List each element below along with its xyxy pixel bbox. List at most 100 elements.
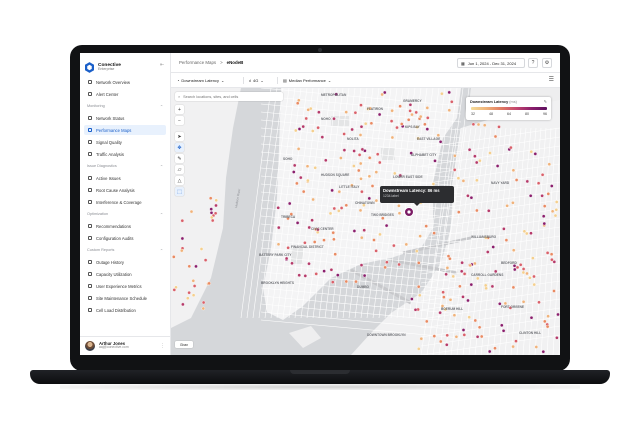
site-marker[interactable] [476,122,481,127]
site-marker[interactable] [332,206,337,211]
site-marker[interactable] [542,204,547,208]
site-marker[interactable] [194,264,198,269]
site-marker[interactable] [468,263,473,268]
sidebar-item-outage-history[interactable]: Outage History [84,257,166,267]
site-marker[interactable] [483,283,488,288]
user-profile[interactable]: Arthur Jones aaj@conective.com ⋮ [80,336,171,355]
metric-select[interactable]: ◔ Downstream Latency ⌄ [177,76,224,85]
site-marker[interactable] [332,237,336,242]
site-marker[interactable] [541,214,546,218]
site-marker[interactable] [473,261,477,266]
site-marker[interactable] [485,250,490,254]
site-marker[interactable] [354,279,358,284]
site-marker[interactable] [460,260,464,265]
site-marker[interactable] [499,323,504,328]
site-marker[interactable] [310,218,314,222]
brand[interactable]: Conective Enterprise [85,59,121,75]
site-marker[interactable] [475,208,479,213]
site-marker[interactable] [425,106,430,110]
site-marker[interactable] [542,319,547,324]
site-marker[interactable] [210,218,215,223]
site-marker[interactable] [549,252,554,256]
sidebar-item-configuration-audits[interactable]: Configuration Audits [84,233,166,243]
site-marker[interactable] [504,238,509,242]
site-marker[interactable] [540,194,544,198]
site-marker[interactable] [418,234,422,238]
site-marker[interactable] [521,267,526,271]
site-marker[interactable] [490,284,495,289]
site-marker[interactable] [454,334,459,339]
site-marker[interactable] [185,296,190,300]
menu-icon[interactable]: ☰ [549,76,554,83]
sidebar-item-active-issues[interactable]: Active Issues [84,173,166,183]
site-marker[interactable] [201,306,206,311]
sidebar-item-network-overview[interactable]: Network Overview [84,77,166,87]
select-tool-button[interactable]: ⬚ [175,187,184,196]
site-marker[interactable] [461,328,466,332]
site-marker[interactable] [541,349,546,354]
site-marker[interactable] [424,319,429,324]
site-marker[interactable] [475,334,480,339]
site-marker[interactable] [305,164,310,168]
site-marker[interactable] [529,315,534,320]
site-marker[interactable] [187,290,191,295]
site-marker[interactable] [357,153,362,157]
site-marker[interactable] [385,260,389,264]
site-marker[interactable] [525,179,530,184]
site-marker[interactable] [359,235,364,240]
site-marker[interactable] [372,238,376,242]
site-marker[interactable] [469,282,474,287]
site-marker[interactable] [358,161,363,166]
site-marker[interactable] [180,236,185,241]
site-marker[interactable] [389,119,394,123]
site-marker[interactable] [475,276,480,281]
site-marker[interactable] [398,104,402,109]
site-marker[interactable] [171,255,176,259]
site-marker[interactable] [213,211,218,216]
performance-map[interactable]: METROPOLITAN NOHO FLATIRON GRAMERCY KIPS BAY… [171,88,560,355]
site-marker[interactable] [306,178,310,183]
sidebar-section-header[interactable]: Optimization ⌃ [87,212,163,217]
site-marker[interactable] [380,216,385,220]
site-marker[interactable] [555,335,559,340]
site-marker[interactable] [352,229,357,233]
site-marker[interactable] [352,149,356,153]
site-marker[interactable] [295,181,299,186]
site-marker[interactable] [419,336,424,341]
site-marker[interactable] [469,195,474,200]
site-marker[interactable] [533,152,538,156]
site-marker[interactable] [297,127,302,131]
site-marker[interactable] [294,128,298,133]
site-marker[interactable] [310,129,315,133]
sidebar-item-performance-maps[interactable]: Performance Maps [84,125,166,135]
site-marker[interactable] [529,149,534,154]
site-marker[interactable] [374,249,378,253]
site-marker[interactable] [515,265,520,270]
sidebar-item-network-status[interactable]: Network Status [84,113,166,123]
site-marker[interactable] [456,210,461,214]
site-marker[interactable] [414,110,418,115]
site-marker[interactable] [201,300,206,305]
site-marker[interactable] [362,228,366,232]
site-marker[interactable] [479,334,484,339]
more-vertical-icon[interactable]: ⋮ [160,343,165,349]
site-marker[interactable] [331,230,335,235]
site-marker[interactable] [333,252,337,256]
site-marker[interactable] [514,178,519,182]
site-marker[interactable] [404,242,409,247]
site-marker[interactable] [521,299,526,304]
site-marker[interactable] [339,206,344,210]
map-scale-button[interactable]: Gban [175,341,193,348]
site-marker[interactable] [382,90,387,95]
site-marker[interactable] [360,189,364,194]
site-marker[interactable] [203,258,208,262]
site-marker[interactable] [395,125,399,130]
site-marker[interactable] [344,203,349,208]
site-marker[interactable] [180,218,185,223]
site-marker[interactable] [336,209,341,213]
site-marker[interactable] [554,200,559,204]
sidebar-item-traffic-analysis[interactable]: Traffic Analysis [84,149,166,159]
site-marker[interactable] [462,333,467,337]
site-marker[interactable] [406,117,411,122]
site-marker[interactable] [384,223,389,228]
